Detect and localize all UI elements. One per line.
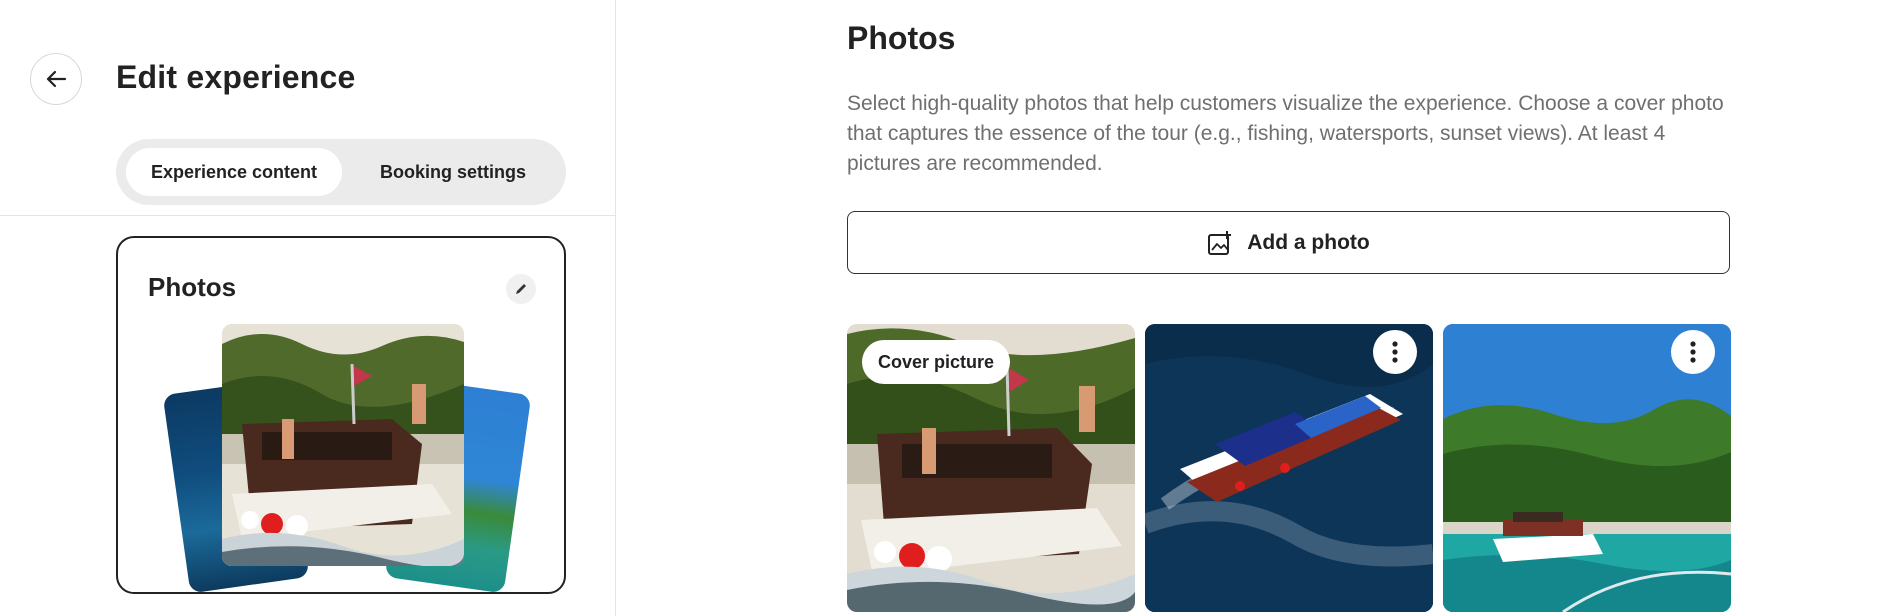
section-description: Select high-quality photos that help cus… — [847, 92, 1724, 175]
photo-menu-button[interactable] — [1671, 330, 1715, 374]
photo-boat-bay[interactable] — [1443, 324, 1731, 612]
add-photo-icon — [1207, 230, 1233, 256]
more-vertical-icon — [1690, 341, 1696, 363]
pencil-icon — [514, 282, 528, 296]
tab-booking-settings[interactable]: Booking settings — [354, 148, 552, 196]
back-button[interactable] — [30, 53, 82, 105]
more-vertical-icon — [1392, 341, 1398, 363]
left-panel: Edit experience Experience content Booki… — [0, 0, 616, 616]
edit-photos-button[interactable] — [506, 274, 536, 304]
photo-menu-button[interactable] — [1373, 330, 1417, 374]
add-photo-button[interactable]: Add a photo — [847, 211, 1730, 274]
photos-card[interactable]: Photos — [116, 236, 566, 594]
arrow-left-icon — [45, 68, 67, 90]
tab-switch: Experience content Booking settings — [116, 139, 566, 205]
card-title: Photos — [148, 272, 237, 302]
tab-experience-content[interactable]: Experience content — [126, 148, 342, 196]
section-title: Photos — [847, 20, 956, 56]
stack-photo-front — [222, 324, 464, 566]
photo-cover[interactable]: Cover picture — [847, 324, 1135, 612]
add-photo-label: Add a photo — [1247, 230, 1370, 254]
page-title: Edit experience — [116, 59, 356, 95]
divider — [0, 215, 616, 216]
cover-picture-badge: Cover picture — [862, 340, 1011, 384]
photo-boat-aerial[interactable] — [1145, 324, 1433, 612]
